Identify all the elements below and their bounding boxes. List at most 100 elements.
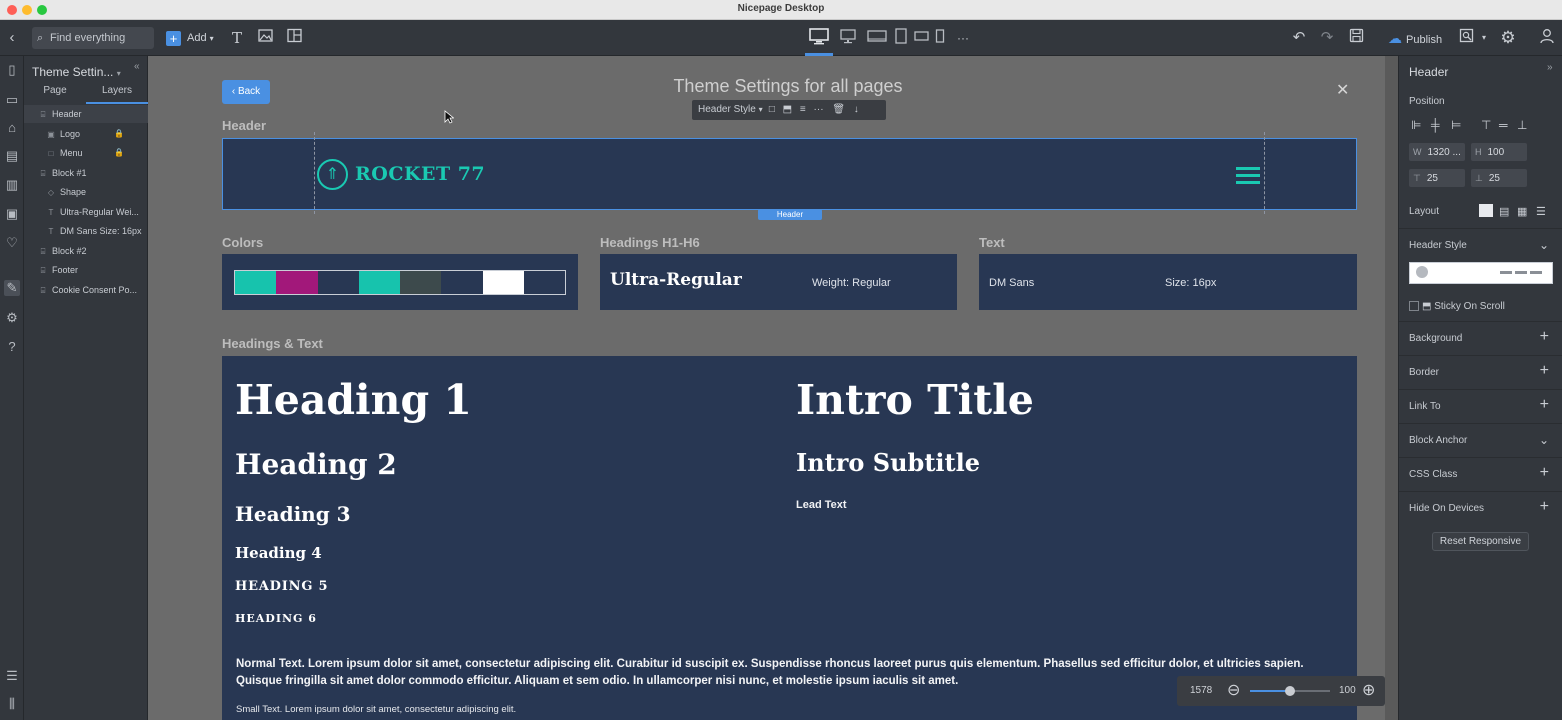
heading-1[interactable]: Heading 1: [235, 376, 472, 424]
media-icon[interactable]: ▣: [4, 206, 20, 222]
small-text[interactable]: Small Text. Lorem ipsum dolor sit amet, …: [236, 704, 516, 715]
more-icon[interactable]: ···: [814, 104, 824, 115]
redo-icon[interactable]: ↷: [1318, 28, 1336, 48]
lead-text[interactable]: Lead Text: [796, 499, 847, 511]
color-swatch[interactable]: [441, 271, 483, 294]
settings-gear-icon[interactable]: ⚙: [1498, 28, 1518, 48]
layer-item[interactable]: ▣ Logo 🔒: [24, 125, 148, 143]
user-account-icon[interactable]: [1537, 28, 1557, 48]
help-icon[interactable]: ?: [4, 339, 20, 355]
more-devices-icon[interactable]: ···: [955, 28, 971, 48]
width-field[interactable]: W 1320 ...: [1409, 143, 1465, 161]
layout-boxed-icon[interactable]: ▤: [1499, 205, 1509, 218]
property-row[interactable]: Hide On Devices +: [1399, 491, 1562, 525]
align-middle-icon[interactable]: ═: [1499, 118, 1508, 132]
headings-text-block[interactable]: Heading 1 Heading 2 Heading 3 Heading 4 …: [222, 356, 1357, 720]
align-top-icon[interactable]: ⊤: [1481, 118, 1491, 132]
layer-item[interactable]: □ Menu 🔒: [24, 144, 148, 162]
collapse-panel-icon[interactable]: »: [1547, 62, 1553, 73]
sticky-on-scroll-checkbox[interactable]: ⬒ Sticky On Scroll: [1409, 301, 1505, 312]
preview-dropdown-icon[interactable]: ▾: [1479, 28, 1489, 48]
search-input[interactable]: ⌕ Find everything: [32, 27, 154, 49]
hamburger-menu-icon[interactable]: [1236, 165, 1260, 185]
layer-item[interactable]: ⌸ Header: [24, 105, 148, 123]
layer-item[interactable]: T Ultra-Regular Wei...: [24, 203, 148, 221]
tab-layers[interactable]: Layers: [86, 84, 148, 104]
sticky-icon[interactable]: ⬒: [783, 104, 792, 115]
layer-item[interactable]: ◇ Shape: [24, 183, 148, 201]
color-swatch[interactable]: [523, 271, 565, 294]
add-icon[interactable]: +: [1540, 396, 1549, 414]
back-arrow-icon[interactable]: ‹: [4, 28, 20, 48]
color-swatch[interactable]: [235, 271, 277, 294]
add-icon[interactable]: +: [1540, 498, 1549, 516]
theme-brush-icon[interactable]: ✎: [4, 280, 20, 296]
zoom-slider-handle[interactable]: [1285, 686, 1295, 696]
color-swatch[interactable]: [400, 271, 442, 294]
add-icon[interactable]: +: [1540, 328, 1549, 346]
tablet-device-icon[interactable]: [893, 28, 909, 48]
layer-item[interactable]: ⌸ Footer: [24, 261, 148, 279]
phone-device-icon[interactable]: [933, 28, 947, 48]
color-swatch[interactable]: [317, 271, 359, 294]
padding-bottom-field[interactable]: ⊥ 25: [1471, 169, 1527, 187]
close-icon[interactable]: ✕: [1336, 80, 1349, 100]
undo-icon[interactable]: ↶: [1290, 28, 1308, 48]
heading-4[interactable]: Heading 4: [235, 544, 322, 562]
layout-wide-icon[interactable]: ▦: [1517, 205, 1527, 218]
property-row[interactable]: Border +: [1399, 355, 1562, 389]
header-style-row[interactable]: Header Style ⌄: [1399, 228, 1562, 262]
templates-icon[interactable]: ▥: [4, 177, 20, 193]
delete-icon[interactable]: 🗑: [832, 104, 845, 115]
comments-icon[interactable]: ▭: [4, 92, 20, 108]
pages-icon[interactable]: ▯: [4, 62, 20, 78]
box-icon[interactable]: □: [769, 104, 775, 115]
add-icon[interactable]: +: [1540, 362, 1549, 380]
shop-icon[interactable]: ⌂: [4, 120, 20, 136]
layer-item[interactable]: ⌸ Block #1: [24, 164, 148, 182]
height-field[interactable]: H 100: [1471, 143, 1527, 161]
desktop-device-icon[interactable]: [808, 28, 830, 48]
zoom-out-icon[interactable]: ⊖: [1227, 680, 1240, 700]
header-badge[interactable]: Header: [758, 209, 822, 220]
canvas-scrollbar[interactable]: [1385, 56, 1398, 720]
layer-item[interactable]: T DM Sans Size: 16px: [24, 222, 148, 240]
preview-icon[interactable]: [1457, 28, 1475, 48]
chevron-down-icon[interactable]: ⌄: [1539, 433, 1549, 447]
heading-5[interactable]: HEADING 5: [235, 579, 328, 594]
layer-item[interactable]: ⌸ Block #2: [24, 242, 148, 260]
align-right-icon[interactable]: ⊨: [1451, 118, 1461, 132]
add-icon[interactable]: +: [1540, 464, 1549, 482]
headings-card[interactable]: Ultra-Regular Weight: Regular: [600, 254, 957, 310]
color-swatch[interactable]: [276, 271, 318, 294]
intro-subtitle[interactable]: Intro Subtitle: [796, 448, 980, 477]
color-swatch[interactable]: [482, 271, 524, 294]
publish-button[interactable]: ☁ Publish: [1388, 28, 1442, 48]
align-center-icon[interactable]: ╪: [1431, 118, 1440, 132]
intro-title[interactable]: Intro Title: [796, 376, 1034, 424]
align-icon[interactable]: ≡: [800, 104, 806, 115]
blocks-icon[interactable]: ▤: [4, 148, 20, 164]
tab-page[interactable]: Page: [24, 84, 86, 104]
text-card[interactable]: DM Sans Size: 16px: [979, 254, 1357, 310]
site-settings-icon[interactable]: ⚙: [4, 310, 20, 326]
heading-3[interactable]: Heading 3: [235, 502, 351, 526]
header-style-preview[interactable]: [1409, 262, 1553, 284]
layout-tool-icon[interactable]: [286, 28, 302, 48]
normal-text[interactable]: Normal Text. Lorem ipsum dolor sit amet,…: [236, 656, 1326, 690]
zoom-slider[interactable]: [1250, 686, 1330, 696]
property-row[interactable]: CSS Class +: [1399, 457, 1562, 491]
heading-2[interactable]: Heading 2: [235, 448, 397, 481]
add-button[interactable]: + Add ▾: [166, 29, 214, 47]
favorites-heart-icon[interactable]: ♡: [4, 235, 20, 251]
collapse-panel-icon[interactable]: «: [134, 61, 140, 72]
tablet-landscape-device-icon[interactable]: [866, 28, 888, 48]
save-icon[interactable]: [1347, 28, 1365, 48]
color-swatch[interactable]: [358, 271, 400, 294]
back-button[interactable]: ‹ Back: [222, 80, 270, 104]
property-row[interactable]: Block Anchor ⌄: [1399, 423, 1562, 457]
colors-card[interactable]: [222, 254, 578, 310]
text-tool-icon[interactable]: T: [229, 28, 245, 48]
header-block[interactable]: ⇑ ROCKET 77: [222, 138, 1357, 210]
columns-view-icon[interactable]: ⫼: [4, 696, 20, 712]
